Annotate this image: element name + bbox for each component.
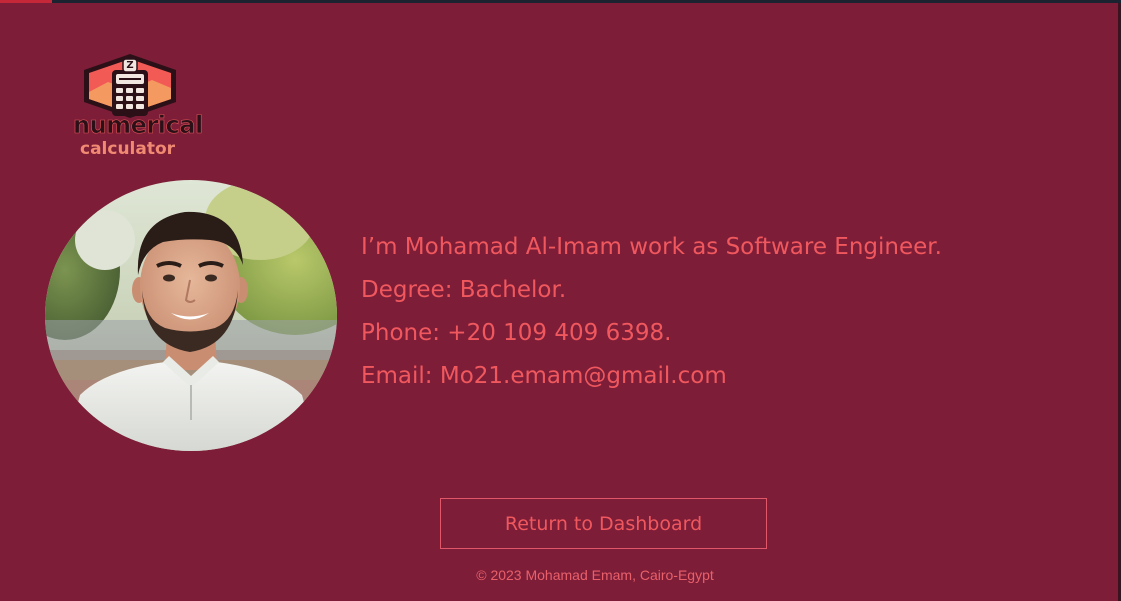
logo-badge-letter: Z [126, 60, 134, 71]
profile-portrait-image [45, 180, 337, 451]
profile-info: I’m Mohamad Al-Imam work as Software Eng… [361, 226, 942, 398]
intro-text: I’m Mohamad Al-Imam work as Software Eng… [361, 234, 942, 260]
logo-word-numerical: numerical [73, 111, 204, 139]
return-to-dashboard-button[interactable]: Return to Dashboard [440, 498, 767, 549]
about-window: Z numerical calculator I’m Mohamad Al-Im… [0, 0, 1121, 601]
profile-photo [45, 180, 337, 451]
footer-copyright: © 2023 Mohamad Emam, Cairo-Egypt [476, 567, 714, 583]
top-strip [0, 0, 1121, 3]
phone-text: Phone: +20 109 409 6398. [361, 320, 672, 346]
email-text: Email: Mo21.emam@gmail.com [361, 363, 727, 389]
degree-text: Degree: Bachelor. [361, 277, 567, 303]
return-button-label: Return to Dashboard [504, 512, 703, 535]
logo-word-calculator: calculator [80, 139, 176, 159]
app-logo: Z numerical calculator [68, 52, 203, 164]
